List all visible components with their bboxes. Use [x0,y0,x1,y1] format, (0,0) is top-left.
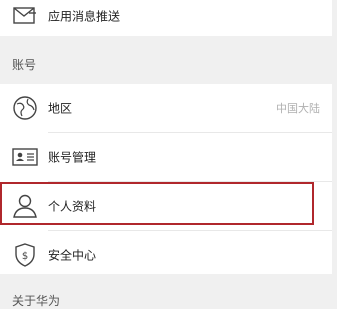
personal-info-item[interactable]: 个人资料 [0,182,332,230]
section-title-account: 账号 [12,58,37,72]
shield-icon: $ [12,242,38,268]
top-card: 应用消息推送 [0,0,332,36]
region-label: 地区 [48,101,73,116]
section-title-about: 关于华为 [12,294,61,308]
globe-icon [12,95,38,121]
svg-text:$: $ [22,251,28,262]
mail-icon [12,3,38,29]
region-value: 中国大陆 [276,102,320,115]
id-card-icon [12,144,38,170]
push-notification-item[interactable]: 应用消息推送 [0,0,332,40]
user-icon [12,193,38,219]
account-management-item[interactable]: 账号管理 [0,133,332,181]
personal-info-label: 个人资料 [48,199,97,214]
account-management-label: 账号管理 [48,150,97,165]
region-item[interactable]: 地区 中国大陆 [0,84,332,132]
push-notification-label: 应用消息推送 [48,9,121,24]
security-center-label: 安全中心 [48,248,97,263]
account-card: 地区 中国大陆 账号管理 个人资料 $ 安全中心 [0,84,332,274]
security-center-item[interactable]: $ 安全中心 [0,231,332,279]
